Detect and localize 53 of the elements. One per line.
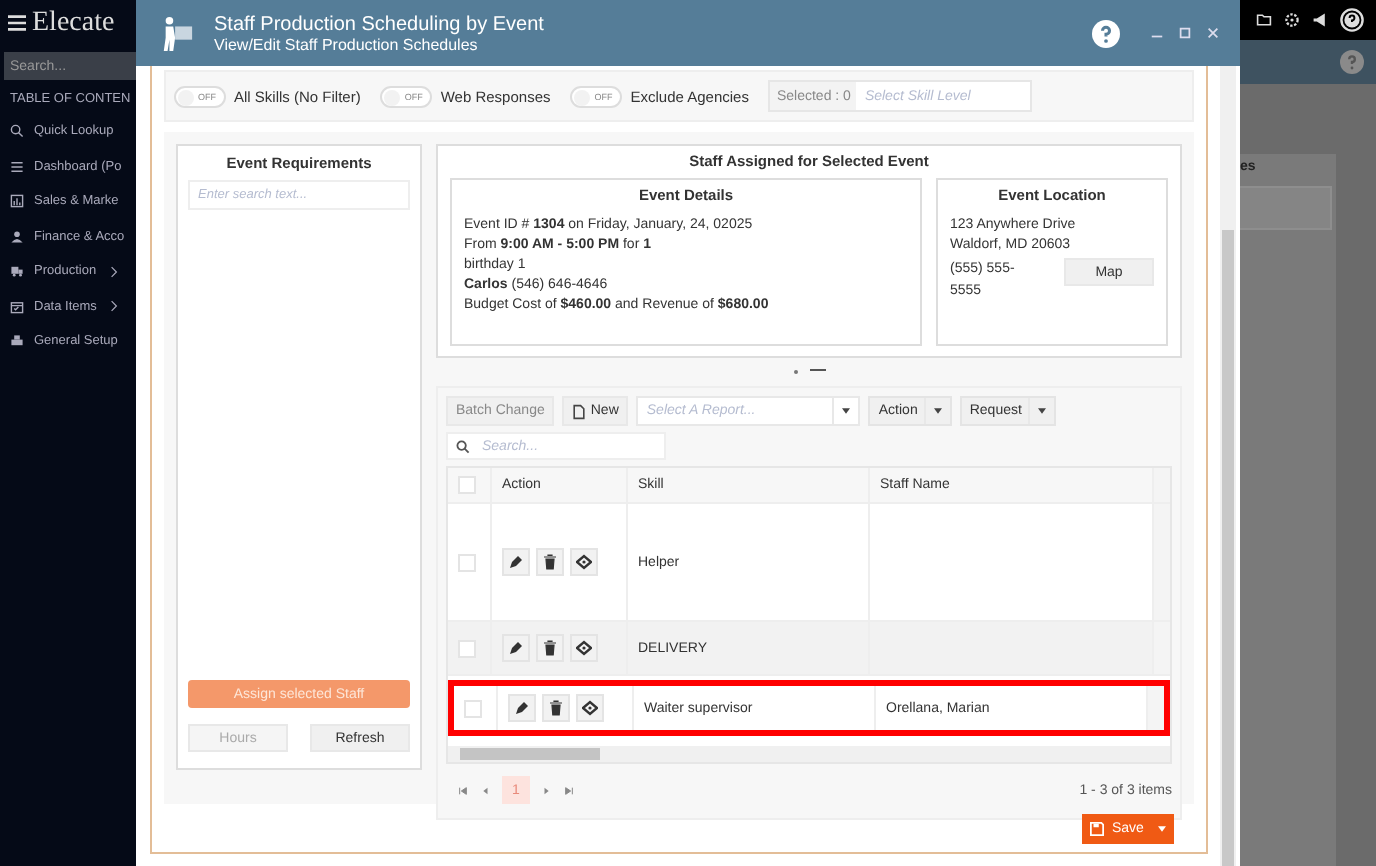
trash-icon	[548, 700, 564, 716]
caret-icon	[1158, 826, 1166, 832]
splitter-handle[interactable]	[791, 368, 827, 376]
maximize-icon[interactable]	[1178, 26, 1192, 40]
eye-icon	[576, 640, 592, 656]
next-page-icon[interactable]	[542, 785, 552, 795]
people-icon	[10, 229, 24, 244]
pencil-icon	[514, 700, 530, 716]
dialog-title: Staff Production Scheduling by Event	[214, 13, 546, 35]
checkbox[interactable]	[458, 639, 476, 657]
dialog-subtitle: View/Edit Staff Production Schedules	[214, 35, 480, 53]
search-icon	[10, 124, 24, 139]
list-icon	[10, 159, 24, 174]
help-icon[interactable]	[1340, 7, 1364, 32]
trash-icon	[542, 640, 558, 656]
checkbox[interactable]	[458, 476, 476, 494]
delete-button[interactable]	[536, 634, 564, 662]
calendar-icon	[10, 299, 24, 314]
document-icon	[572, 403, 587, 419]
eye-icon	[576, 554, 592, 570]
truck-icon	[10, 264, 24, 279]
settings-icon[interactable]	[1284, 11, 1300, 28]
trash-icon	[542, 554, 558, 570]
previous-page-icon[interactable]	[480, 785, 490, 795]
delete-button[interactable]	[536, 548, 564, 576]
edit-button[interactable]	[502, 548, 530, 576]
edit-button[interactable]	[502, 634, 530, 662]
checkbox[interactable]	[458, 553, 476, 571]
vertical-scrollbar[interactable]	[1220, 66, 1236, 866]
chart-icon	[10, 194, 24, 209]
eye-icon	[582, 700, 598, 716]
view-button[interactable]	[576, 694, 604, 722]
last-page-icon[interactable]	[564, 785, 574, 795]
horizontal-scrollbar[interactable]	[448, 746, 1170, 762]
view-button[interactable]	[570, 634, 598, 662]
worker-carrying-box-icon	[160, 13, 194, 53]
megaphone-icon[interactable]	[1312, 11, 1328, 28]
pencil-icon	[508, 554, 524, 570]
view-button[interactable]	[570, 548, 598, 576]
first-page-icon[interactable]	[458, 785, 468, 795]
delete-button[interactable]	[542, 694, 570, 722]
search-icon	[456, 439, 470, 453]
caret-icon	[1037, 408, 1046, 414]
menu-icon[interactable]	[8, 14, 26, 32]
caret-icon	[933, 408, 942, 414]
edit-button[interactable]	[508, 694, 536, 722]
folder-icon[interactable]	[1256, 11, 1272, 28]
pencil-icon	[508, 640, 524, 656]
brand-logo: Elecate	[32, 7, 115, 39]
printer-icon	[10, 334, 24, 349]
caret-icon	[842, 408, 851, 414]
close-icon[interactable]	[1206, 26, 1220, 40]
checkbox[interactable]	[464, 699, 482, 717]
